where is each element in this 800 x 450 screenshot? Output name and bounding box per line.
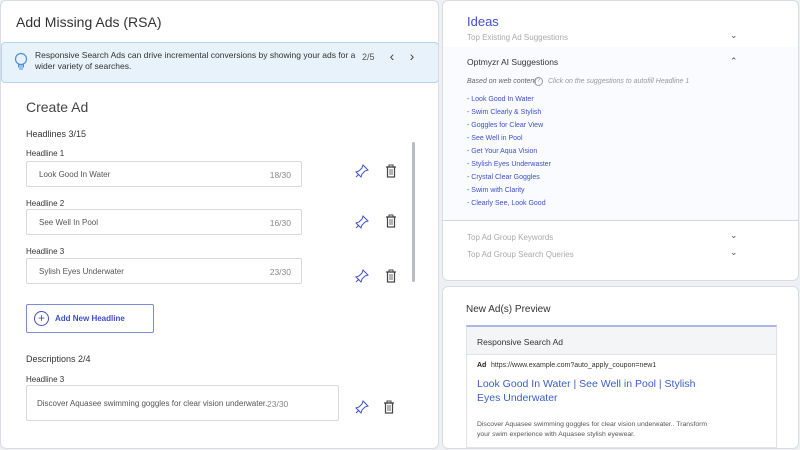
add-new-headline-button[interactable]: + Add New Headline xyxy=(26,304,154,333)
headline-3-value: Sylish Eyes Underwater xyxy=(39,267,124,276)
ai-suggestions-section: Optmyzr AI Suggestions ⌃ Based on web co… xyxy=(443,47,798,220)
headline-1-label: Headline 1 xyxy=(26,149,65,158)
headlines-count-label: Headlines 3/15 xyxy=(26,129,87,139)
top-existing-ad-suggestions-toggle[interactable]: Top Existing Ad Suggestions xyxy=(467,33,739,42)
ad-badge: Ad xyxy=(477,362,487,369)
ad-card-title: Responsive Search Ad xyxy=(477,337,563,347)
ai-suggestions-title: Optmyzr AI Suggestions xyxy=(467,57,559,67)
description-label: Headline 3 xyxy=(26,375,65,384)
chevron-left-icon[interactable]: ‹ xyxy=(385,48,399,64)
suggestion-item[interactable]: - Get Your Aqua Vision xyxy=(467,148,537,155)
ad-preview-panel: New Ad(s) Preview Responsive Search Ad A… xyxy=(442,286,799,449)
suggestion-item[interactable]: - Clearly See, Look Good xyxy=(467,200,546,207)
suggestion-item[interactable]: - Goggles for Clear View xyxy=(467,122,543,129)
trash-icon[interactable] xyxy=(385,269,397,283)
add-new-headline-label: Add New Headline xyxy=(55,314,125,323)
info-icon: ? xyxy=(534,77,543,86)
add-missing-ads-panel: Add Missing Ads (RSA) Responsive Search … xyxy=(0,0,439,449)
pin-icon[interactable] xyxy=(355,400,369,414)
headline-3-label: Headline 3 xyxy=(26,247,65,256)
headline-2-value: See Well In Pool xyxy=(39,218,98,227)
ad-preview-card: Responsive Search Ad Ad https://www.exam… xyxy=(466,325,777,448)
ai-help-text: Click on the suggestions to autofill Hea… xyxy=(548,78,690,85)
pin-icon[interactable] xyxy=(355,215,369,229)
ai-basis-label: Based on web content xyxy=(467,78,537,85)
headline-2-char-count: 16/30 xyxy=(269,218,291,228)
preview-title: New Ad(s) Preview xyxy=(466,304,551,315)
ad-headline-link[interactable]: Look Good In Water | See Well in Pool | … xyxy=(477,377,717,405)
trash-icon[interactable] xyxy=(385,164,397,178)
description-input[interactable]: Discover Aquasee swimming goggles for cl… xyxy=(26,385,339,421)
lightbulb-icon xyxy=(14,52,28,70)
divider xyxy=(443,220,798,221)
trash-icon[interactable] xyxy=(385,214,397,228)
suggestion-item[interactable]: - Look Good In Water xyxy=(467,96,534,103)
chevron-down-icon[interactable]: ⌄ xyxy=(730,247,738,258)
description-value: Discover Aquasee swimming goggles for cl… xyxy=(37,399,268,408)
panel-title: Add Missing Ads (RSA) xyxy=(16,14,162,30)
description-char-count: 23/30 xyxy=(267,399,289,409)
headline-3-input[interactable]: Sylish Eyes Underwater 23/30 xyxy=(26,258,302,284)
pin-icon[interactable] xyxy=(355,269,369,283)
suggestion-item[interactable]: - Crystal Clear Goggles xyxy=(467,174,540,181)
pin-icon[interactable] xyxy=(355,164,369,178)
headline-1-char-count: 18/30 xyxy=(269,170,291,180)
headline-3-char-count: 23/30 xyxy=(269,267,291,277)
banner-pager: 2/5 xyxy=(362,52,375,62)
chevron-up-icon[interactable]: ⌃ xyxy=(730,56,738,67)
ad-display-url: https://www.example.com?auto_apply_coupo… xyxy=(491,362,657,369)
suggestion-item[interactable]: - See Well in Pool xyxy=(467,135,523,142)
info-banner: Responsive Search Ads can drive incremen… xyxy=(1,42,438,83)
chevron-right-icon[interactable]: › xyxy=(405,48,419,64)
create-ad-title: Create Ad xyxy=(26,99,89,115)
top-ad-group-keywords-toggle[interactable]: Top Ad Group Keywords xyxy=(467,233,739,242)
headlines-scrollbar[interactable] xyxy=(412,142,415,282)
headline-2-input[interactable]: See Well In Pool 16/30 xyxy=(26,209,302,235)
suggestion-item[interactable]: - Swim with Clarity xyxy=(467,187,525,194)
suggestion-item[interactable]: - Swim Clearly & Stylish xyxy=(467,109,541,116)
headline-1-input[interactable]: Look Good In Water 18/30 xyxy=(26,161,302,187)
banner-message: Responsive Search Ads can drive incremen… xyxy=(35,50,356,71)
chevron-down-icon[interactable]: ⌄ xyxy=(730,230,738,241)
headline-2-label: Headline 2 xyxy=(26,199,65,208)
suggestion-item[interactable]: - Stylish Eyes Underwaster xyxy=(467,161,551,168)
headline-1-value: Look Good In Water xyxy=(39,170,111,179)
descriptions-count-label: Descriptions 2/4 xyxy=(26,354,91,364)
ideas-panel: Ideas Top Existing Ad Suggestions ⌄ Optm… xyxy=(442,0,799,281)
top-ad-group-search-queries-toggle[interactable]: Top Ad Group Search Queries xyxy=(467,250,739,259)
trash-icon[interactable] xyxy=(383,400,395,414)
ideas-title: Ideas xyxy=(467,14,499,29)
plus-icon: + xyxy=(34,311,49,326)
ad-card-header: Responsive Search Ad xyxy=(467,327,776,355)
chevron-down-icon[interactable]: ⌄ xyxy=(730,30,738,41)
ad-description: Discover Aquasee swimming goggles for cl… xyxy=(477,421,708,438)
